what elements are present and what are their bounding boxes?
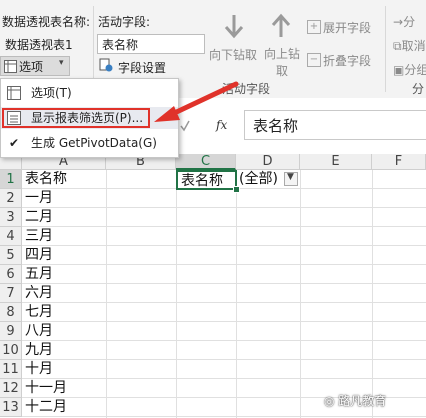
cell-a11[interactable]: 十月 [22, 360, 106, 379]
drill-up-icon [271, 13, 291, 37]
options-button-label: 选项 [19, 60, 44, 74]
collapse-icon: − [307, 53, 321, 67]
chevron-down-icon: ▾ [59, 58, 64, 68]
cell-a10[interactable]: 九月 [22, 341, 106, 360]
group-label-group: 分 [412, 82, 425, 96]
annotation-arrow-icon [154, 81, 239, 122]
cell-a1[interactable]: 表名称 [22, 170, 106, 189]
cell-a4[interactable]: 三月 [22, 227, 106, 246]
row-header[interactable]: 3 [0, 208, 22, 227]
drill-up-label: 向上钻取 [263, 47, 300, 78]
row-header[interactable]: 9 [0, 322, 22, 341]
arrow-right-icon: → [393, 15, 404, 29]
watermark-icon: ◎ [324, 394, 339, 408]
checkmark-icon: ✔ [9, 136, 20, 150]
field-settings-button[interactable]: 字段设置 [118, 59, 166, 76]
formula-input[interactable]: 表名称 [244, 110, 426, 140]
cell-a13[interactable]: 十二月 [22, 398, 106, 417]
row-header[interactable]: 12 [0, 379, 22, 398]
row-header[interactable]: 4 [0, 227, 22, 246]
pivot-name-label: 数据透视表名称: [2, 15, 91, 29]
cell-a6[interactable]: 五月 [22, 265, 106, 284]
ungroup-button[interactable]: ⧉取消 [393, 37, 426, 54]
cell-c1[interactable]: 表名称 [176, 170, 237, 190]
drill-down-icon [224, 15, 244, 39]
row-header[interactable]: 1 [0, 170, 22, 189]
highlight-box [2, 108, 150, 128]
cell-a9[interactable]: 八月 [22, 322, 106, 341]
cell-a2[interactable]: 一月 [22, 189, 106, 208]
options-button[interactable]: 选项 ▾ [0, 56, 70, 76]
drill-down-button[interactable]: 向下钻取 [209, 46, 257, 63]
row-header[interactable]: 7 [0, 284, 22, 303]
column-header-c[interactable]: C [176, 154, 236, 170]
row-header[interactable]: 2 [0, 189, 22, 208]
group-field-label: 分组 [404, 63, 426, 77]
group-field-icon: ▣ [393, 63, 405, 77]
ungroup-label: 取消 [401, 39, 426, 53]
pivot-name-field[interactable]: 数据透视表1 [0, 34, 90, 54]
options-icon [4, 60, 17, 73]
options-icon [7, 86, 21, 100]
row-header[interactable]: 6 [0, 265, 22, 284]
collapse-field-button[interactable]: 折叠字段 [323, 52, 371, 69]
formula-content: 表名称 [253, 117, 299, 135]
active-field-input[interactable]: 表名称 [97, 34, 205, 54]
drill-up-button[interactable]: 向上钻取 [262, 46, 302, 80]
row-header[interactable]: 5 [0, 246, 22, 265]
watermark: ◎ 路凡教育 [324, 392, 386, 409]
expand-field-button[interactable]: 展开字段 [323, 19, 371, 36]
row-header[interactable]: 8 [0, 303, 22, 322]
column-header-d[interactable]: D [236, 154, 300, 170]
cell-a7[interactable]: 六月 [22, 284, 106, 303]
row-header[interactable]: 10 [0, 341, 22, 360]
chevron-down-icon: ▼ [287, 172, 294, 182]
column-header-f[interactable]: F [372, 154, 426, 170]
row-header[interactable]: 13 [0, 398, 22, 417]
group-selection-label: 分 [403, 15, 416, 29]
active-field-label: 活动字段: [98, 15, 151, 29]
ribbon-divider [385, 6, 386, 92]
watermark-text: 路凡教育 [338, 394, 387, 408]
group-selection-button[interactable]: →分 [393, 13, 415, 30]
cell-a3[interactable]: 二月 [22, 208, 106, 227]
ungroup-icon: ⧉ [393, 39, 402, 53]
menu-item-label: 选项(T) [31, 86, 72, 100]
field-settings-icon [99, 58, 113, 72]
expand-icon: + [307, 20, 321, 34]
spreadsheet-grid: A B C D E F 1 表名称 2 一月 3 二月 4 三月 5 四月 6 五月 7 六月 8 七月 9 八月… [0, 154, 426, 418]
group-field-button[interactable]: ▣分组 [393, 61, 426, 78]
row-header[interactable]: 11 [0, 360, 22, 379]
menu-item-generate-getpivotdata[interactable]: ✔ 生成 GetPivotData(G) [1, 132, 178, 154]
column-header-e[interactable]: E [300, 154, 372, 170]
menu-item-label: 生成 GetPivotData(G) [31, 136, 157, 150]
cell-a8[interactable]: 七月 [22, 303, 106, 322]
cell-a5[interactable]: 四月 [22, 246, 106, 265]
cell-a12[interactable]: 十一月 [22, 379, 106, 398]
filter-dropdown-button[interactable]: ▼ [284, 172, 298, 186]
